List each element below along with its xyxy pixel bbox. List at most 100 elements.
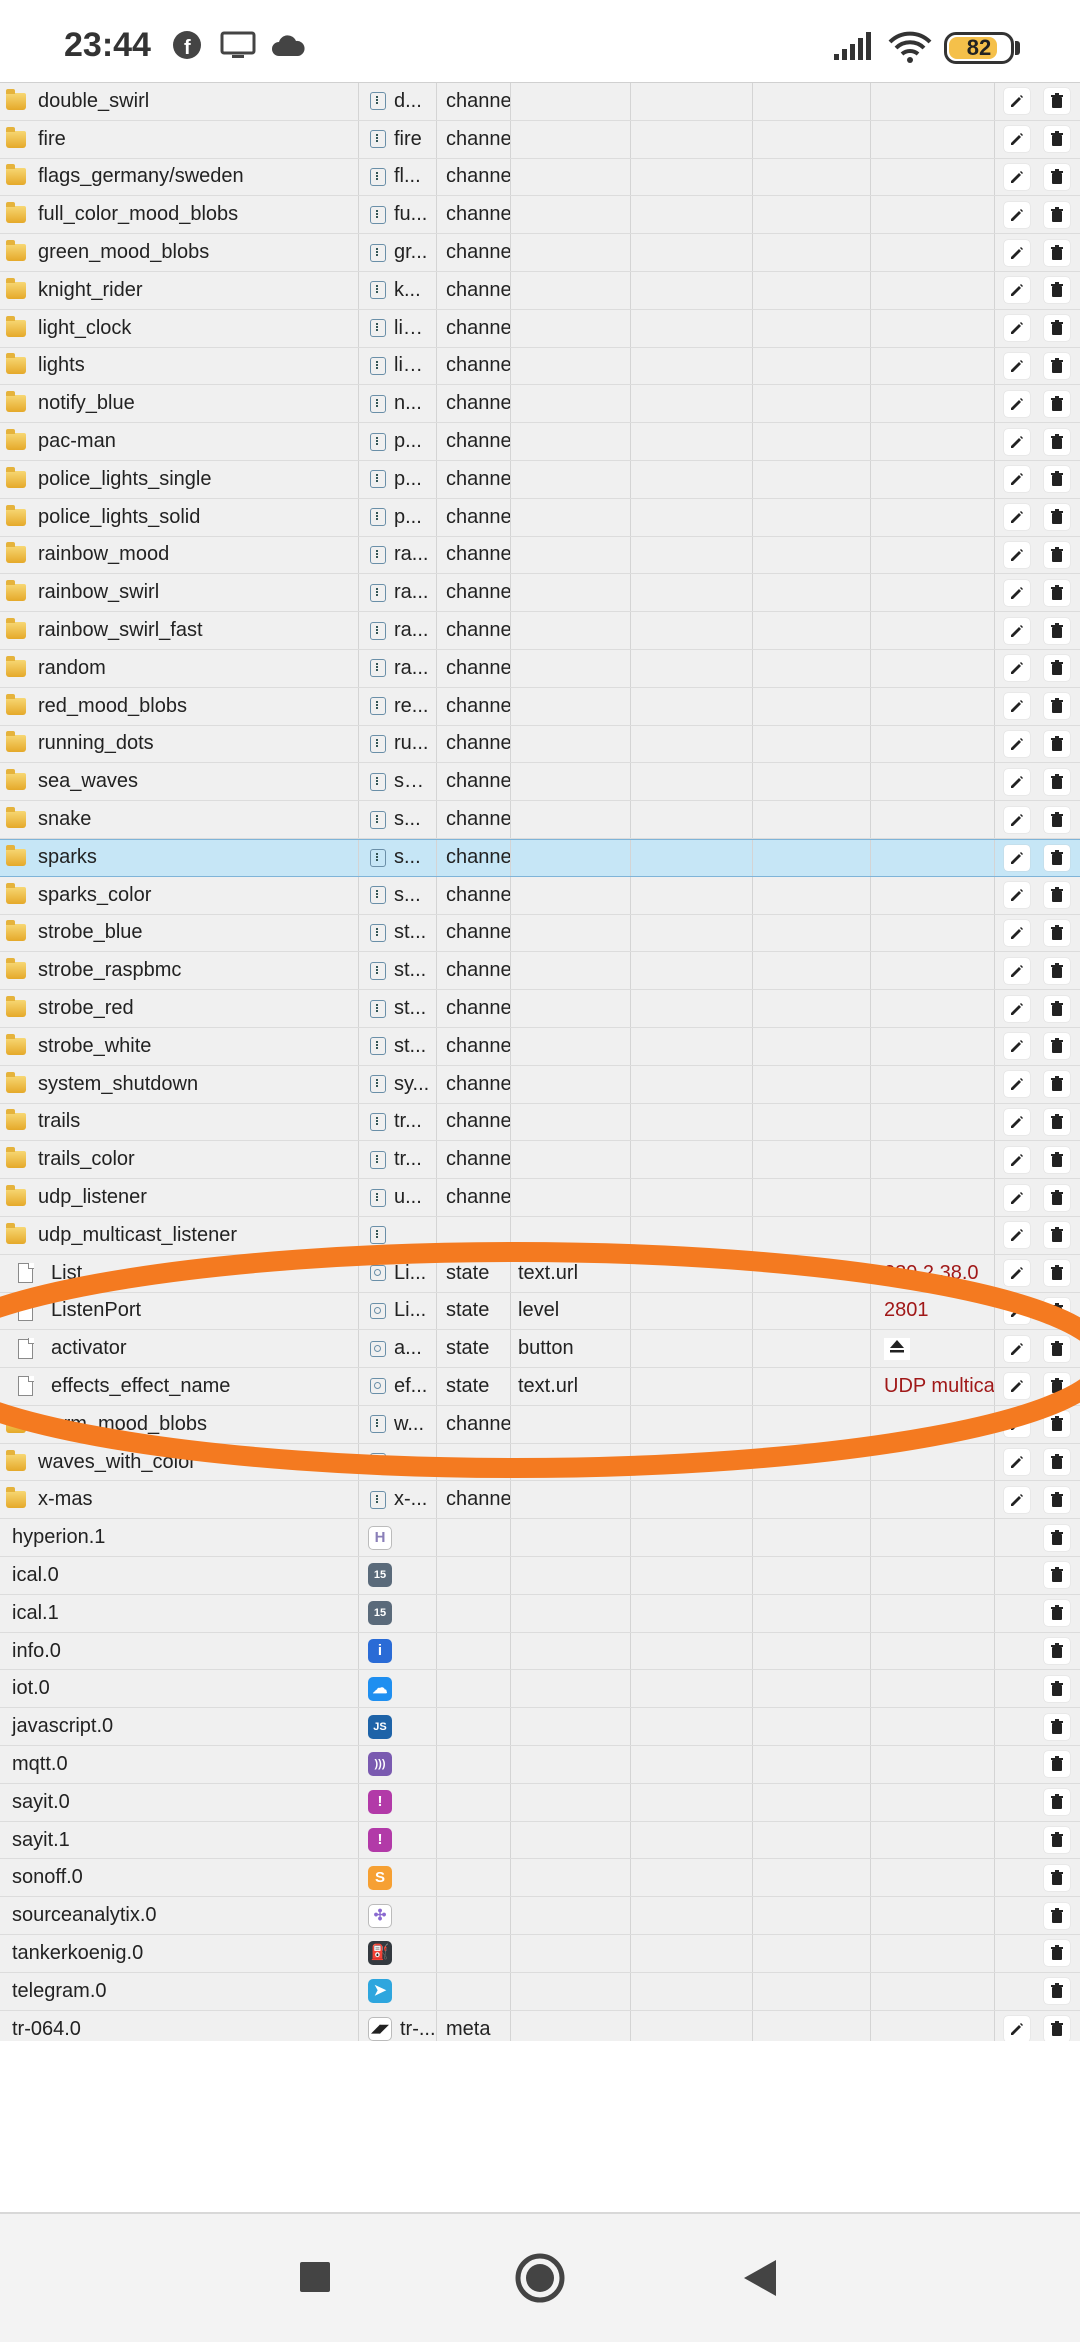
delete-icon[interactable] — [1044, 504, 1070, 531]
delete-icon[interactable] — [1044, 1108, 1070, 1135]
delete-icon[interactable] — [1044, 1373, 1070, 1400]
delete-icon[interactable] — [1044, 1562, 1070, 1589]
edit-icon[interactable] — [1004, 1486, 1030, 1513]
edit-icon[interactable] — [1004, 1411, 1030, 1438]
channel-row[interactable]: fire fire channe — [0, 120, 1080, 159]
edit-icon[interactable] — [1004, 277, 1030, 304]
edit-icon[interactable] — [1004, 428, 1030, 455]
adapter-row[interactable]: sourceanalytix.0 ✣ — [0, 1897, 1080, 1936]
edit-icon[interactable] — [1004, 768, 1030, 795]
adapter-row[interactable]: telegram.0 ➤ — [0, 1972, 1080, 2011]
delete-icon[interactable] — [1044, 239, 1070, 266]
edit-icon[interactable] — [1004, 693, 1030, 720]
delete-icon[interactable] — [1044, 1411, 1070, 1438]
channel-row[interactable]: strobe_white st... channe — [0, 1027, 1080, 1066]
edit-icon[interactable] — [1004, 466, 1030, 493]
channel-row[interactable]: trails tr... channe — [0, 1103, 1080, 1142]
edit-icon[interactable] — [1004, 806, 1030, 833]
delete-icon[interactable] — [1044, 126, 1070, 153]
adapter-row[interactable]: mqtt.0))) — [0, 1746, 1080, 1784]
delete-icon[interactable] — [1044, 1638, 1070, 1665]
channel-row[interactable]: strobe_raspbmc st... channe — [0, 952, 1080, 991]
channel-row[interactable]: notify_blue n... channe — [0, 385, 1080, 424]
delete-icon[interactable] — [1044, 1751, 1070, 1778]
delete-icon[interactable] — [1044, 1524, 1070, 1551]
channel-row[interactable]: red_mood_blobs re... channe — [0, 687, 1080, 726]
edit-icon[interactable] — [1004, 2016, 1030, 2041]
edit-icon[interactable] — [1004, 352, 1030, 379]
delete-icon[interactable] — [1044, 201, 1070, 228]
adapter-row[interactable]: hyperion.1 H — [0, 1519, 1080, 1558]
edit-icon[interactable] — [1004, 163, 1030, 190]
adapter-row[interactable]: ical.1 15 — [0, 1594, 1080, 1633]
edit-icon[interactable] — [1004, 1108, 1030, 1135]
delete-icon[interactable] — [1044, 163, 1070, 190]
channel-row[interactable]: udp_multicast_listener — [0, 1216, 1080, 1255]
delete-icon[interactable] — [1044, 1675, 1070, 1702]
channel-row[interactable]: rainbow_mood ra... channe — [0, 536, 1080, 575]
delete-icon[interactable] — [1044, 882, 1070, 909]
delete-icon[interactable] — [1044, 352, 1070, 379]
trigger-button-icon[interactable] — [884, 1337, 910, 1360]
delete-icon[interactable] — [1044, 1789, 1070, 1816]
channel-row[interactable]: pac-man p... channe — [0, 423, 1080, 461]
delete-icon[interactable] — [1044, 768, 1070, 795]
edit-icon[interactable] — [1004, 617, 1030, 644]
channel-row[interactable]: police_lights_single p... channe — [0, 460, 1080, 499]
delete-icon[interactable] — [1044, 1071, 1070, 1098]
delete-icon[interactable] — [1044, 1297, 1070, 1324]
delete-icon[interactable] — [1044, 277, 1070, 304]
edit-icon[interactable] — [1004, 1297, 1030, 1324]
delete-icon[interactable] — [1044, 655, 1070, 682]
edit-icon[interactable] — [1004, 126, 1030, 153]
delete-icon[interactable] — [1044, 1940, 1070, 1967]
delete-icon[interactable] — [1044, 541, 1070, 568]
delete-icon[interactable] — [1044, 1978, 1070, 2005]
channel-row[interactable]: system_shutdown sy... channe — [0, 1065, 1080, 1104]
adapter-row[interactable]: tankerkoenig.0 ⛽ — [0, 1935, 1080, 1973]
delete-icon[interactable] — [1044, 1864, 1070, 1891]
delete-icon[interactable] — [1044, 730, 1070, 757]
channel-row[interactable]: strobe_blue st... channe — [0, 914, 1080, 953]
edit-icon[interactable] — [1004, 1260, 1030, 1287]
delete-icon[interactable] — [1044, 1600, 1070, 1627]
state-row[interactable]: effects_effect_name ef... state text.url UDP… — [0, 1368, 1080, 1406]
channel-row[interactable]: police_lights_solid p... channe — [0, 498, 1080, 537]
delete-icon[interactable] — [1044, 995, 1070, 1022]
delete-icon[interactable] — [1044, 844, 1070, 871]
channel-row[interactable]: strobe_red st... channe — [0, 990, 1080, 1028]
adapter-row[interactable]: tr-064.0 ◢◤ tr-... meta — [0, 2010, 1080, 2041]
delete-icon[interactable] — [1044, 1184, 1070, 1211]
edit-icon[interactable] — [1004, 882, 1030, 909]
back-icon[interactable] — [742, 2258, 778, 2303]
edit-icon[interactable] — [1004, 504, 1030, 531]
adapter-row[interactable]: sayit.1! — [0, 1821, 1080, 1860]
channel-row[interactable]: running_dots ru... channe — [0, 725, 1080, 764]
edit-icon[interactable] — [1004, 995, 1030, 1022]
edit-icon[interactable] — [1004, 655, 1030, 682]
delete-icon[interactable] — [1044, 315, 1070, 342]
edit-icon[interactable] — [1004, 1449, 1030, 1476]
adapter-row[interactable]: sonoff.0 S — [0, 1859, 1080, 1898]
edit-icon[interactable] — [1004, 1146, 1030, 1173]
channel-row[interactable]: lights lig... channe — [0, 347, 1080, 386]
adapter-row[interactable]: ical.0 15 — [0, 1557, 1080, 1595]
edit-icon[interactable] — [1004, 315, 1030, 342]
delete-icon[interactable] — [1044, 1449, 1070, 1476]
home-icon[interactable] — [514, 2252, 566, 2309]
edit-icon[interactable] — [1004, 1184, 1030, 1211]
channel-row[interactable]: waves_with_color — [0, 1443, 1080, 1482]
channel-row[interactable]: sea_waves se... channe — [0, 763, 1080, 802]
channel-row[interactable]: udp_listener u... channe — [0, 1179, 1080, 1217]
delete-icon[interactable] — [1044, 1827, 1070, 1854]
delete-icon[interactable] — [1044, 579, 1070, 606]
delete-icon[interactable] — [1044, 693, 1070, 720]
adapter-row[interactable]: sayit.0! — [0, 1783, 1080, 1822]
delete-icon[interactable] — [1044, 957, 1070, 984]
adapter-row[interactable]: javascript.0 JS — [0, 1708, 1080, 1747]
delete-icon[interactable] — [1044, 1486, 1070, 1513]
delete-icon[interactable] — [1044, 88, 1070, 115]
channel-row[interactable]: snake s... channe — [0, 801, 1080, 839]
edit-icon[interactable] — [1004, 844, 1030, 871]
channel-row[interactable]: random ra... channe — [0, 649, 1080, 688]
